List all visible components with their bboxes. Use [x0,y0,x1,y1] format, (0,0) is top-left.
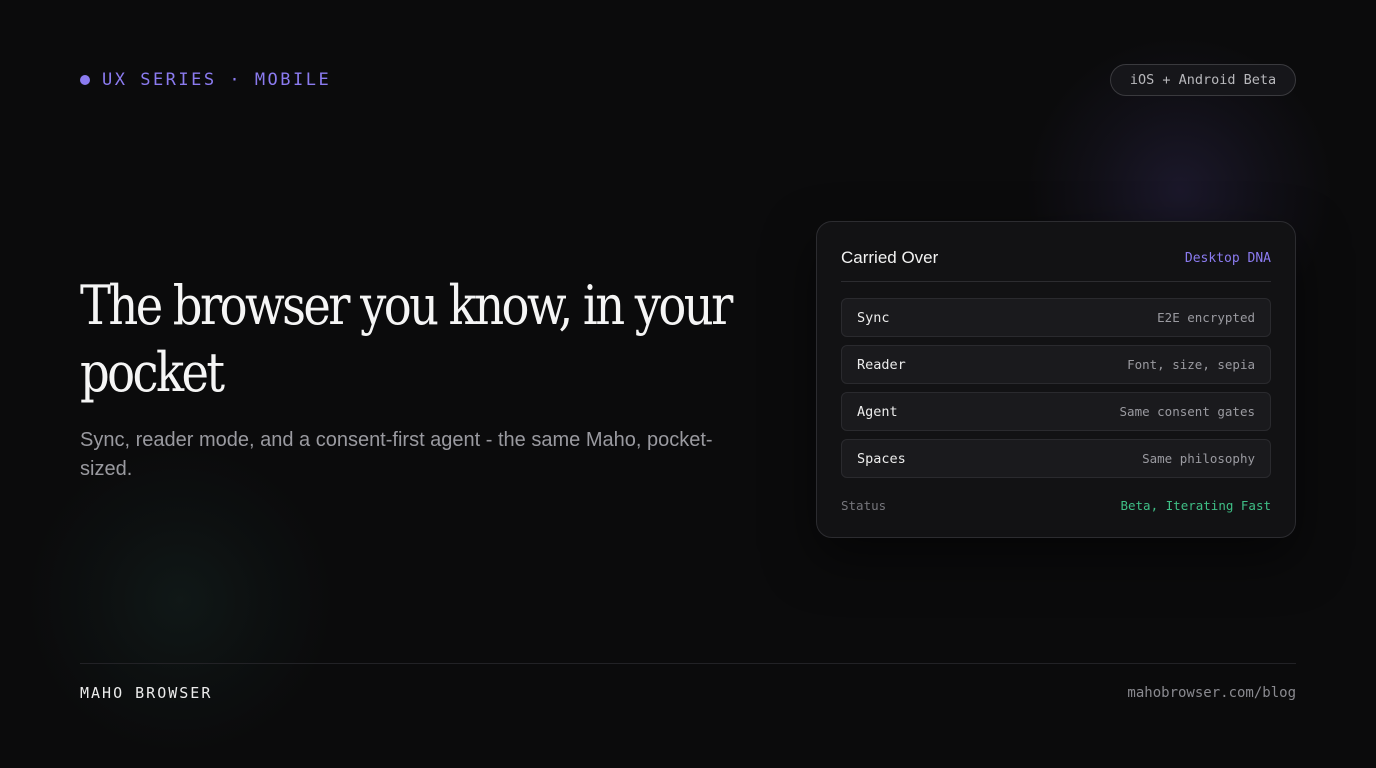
status-row: Status Beta, Iterating Fast [841,498,1271,513]
feature-value: Same philosophy [1142,451,1255,466]
card-title: Carried Over [841,248,939,267]
feature-value: E2E encrypted [1157,310,1255,325]
platform-badge: iOS + Android Beta [1110,64,1296,96]
eyebrow-label: UX SERIES · MOBILE [102,70,332,90]
dot-icon [80,75,90,85]
feature-value: Same consent gates [1119,404,1255,419]
feature-key: Reader [857,356,906,373]
hero-title: The browser you know, in your pocket [80,274,733,404]
card-tag: Desktop DNA [1184,250,1271,266]
feature-row-sync: Sync E2E encrypted [841,298,1271,337]
card-divider [841,281,1271,282]
hero-subtitle: Sync, reader mode, and a consent-first a… [80,429,713,480]
card-header: Carried Over Desktop DNA [841,246,1271,270]
feature-key: Spaces [857,450,906,467]
eyebrow: UX SERIES · MOBILE [80,69,331,91]
feature-list: Sync E2E encrypted Reader Font, size, se… [841,298,1271,478]
feature-row-agent: Agent Same consent gates [841,392,1271,431]
footer-divider [80,663,1296,664]
feature-row-reader: Reader Font, size, sepia [841,345,1271,384]
background-glow-teal [20,450,340,750]
feature-key: Sync [857,309,890,326]
status-value: Beta, Iterating Fast [1120,498,1271,513]
feature-value: Font, size, sepia [1127,357,1255,372]
feature-key: Agent [857,403,898,420]
status-label: Status [841,498,887,513]
carried-over-card: Carried Over Desktop DNA Sync E2E encryp… [816,221,1296,538]
brand-name: MAHO BROWSER [80,684,213,702]
feature-row-spaces: Spaces Same philosophy [841,439,1271,478]
blog-url: mahobrowser.com/blog [1127,685,1296,701]
